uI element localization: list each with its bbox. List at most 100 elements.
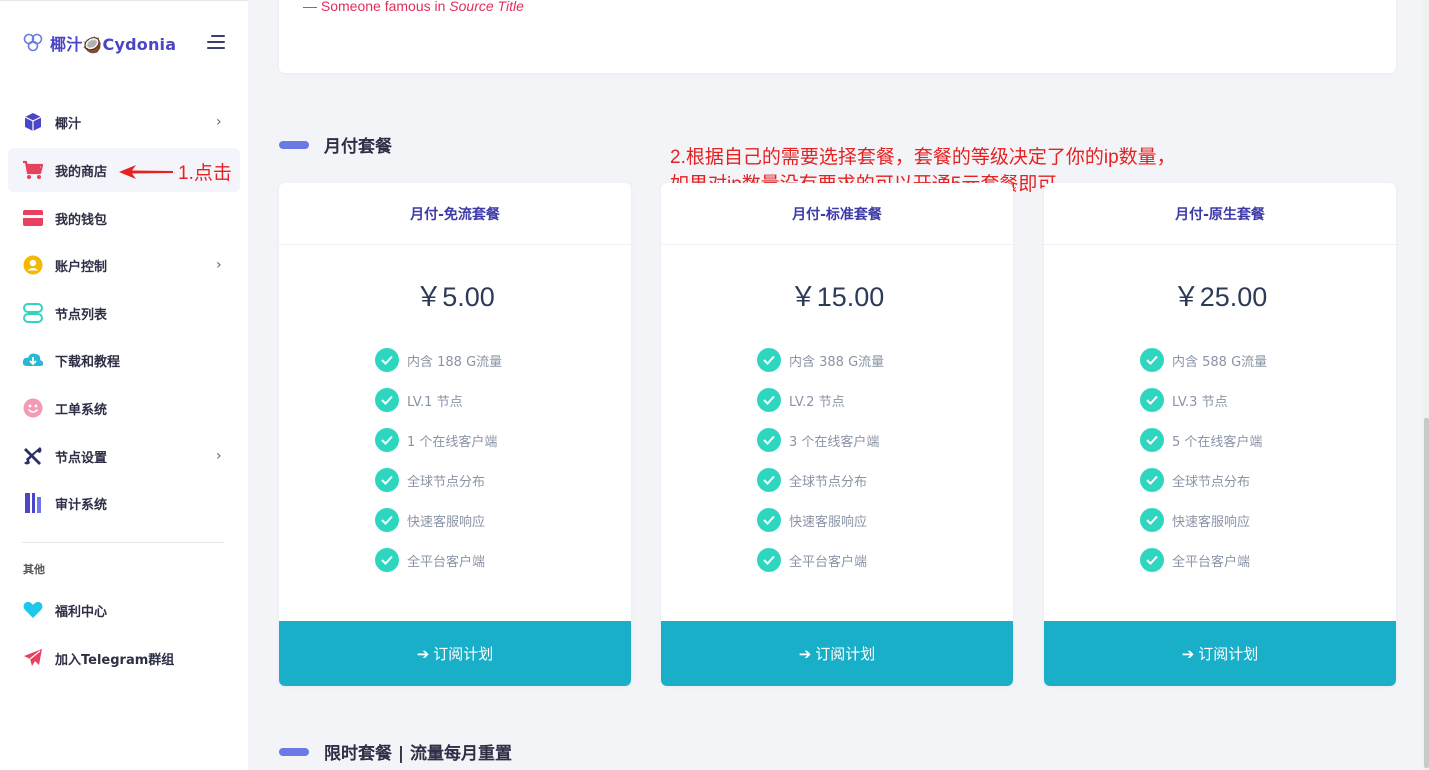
feature-text: 全平台客户端 — [1172, 554, 1251, 570]
check-icon — [757, 388, 781, 412]
check-icon — [757, 548, 781, 572]
plan-price: ￥5.00 — [415, 282, 495, 312]
sidebar-item-telegram[interactable]: 加入Telegram群组 — [8, 636, 240, 680]
subscribe-button[interactable]: ➔ 订阅计划 — [661, 621, 1013, 686]
tools-icon — [22, 445, 44, 467]
limited-plans-heading: 限时套餐 | 流量每月重置 — [279, 739, 512, 764]
feature-text: 内含 188 G流量 — [407, 354, 503, 370]
node-list-icon — [22, 302, 44, 324]
plan-price: ￥15.00 — [789, 282, 885, 312]
arrow-right-icon: ➔ — [416, 644, 430, 663]
check-icon — [375, 548, 399, 572]
sidebar-item-label: 工单系统 — [55, 402, 108, 418]
quote-card: — Someone famous in Source Title — [279, 0, 1396, 73]
scrollbar-thumb[interactable] — [1424, 418, 1429, 768]
heart-icon — [22, 599, 44, 621]
scrollbar[interactable] — [1423, 0, 1429, 770]
feature-item: 快速客服响应 — [757, 500, 884, 540]
check-icon — [375, 348, 399, 372]
sidebar-item-node-list[interactable]: 节点列表 — [8, 291, 240, 335]
plan-name: 月付-免流套餐 — [410, 206, 500, 223]
feature-text: 内含 588 G流量 — [1172, 354, 1268, 370]
sidebar-item-coconut[interactable]: 椰汁 › — [8, 100, 240, 144]
feature-text: 快速客服响应 — [407, 514, 486, 530]
feature-item: 内含 388 G流量 — [757, 340, 884, 380]
red-arrow-icon — [119, 164, 173, 179]
sidebar-item-tickets[interactable]: 工单系统 — [8, 386, 240, 430]
feature-item: 全球节点分布 — [375, 460, 502, 500]
arrow-right-icon: ➔ — [798, 644, 812, 663]
feature-text: LV.2 节点 — [789, 394, 845, 410]
sidebar-item-label: 福利中心 — [55, 604, 108, 620]
sidebar-item-label: 审计系统 — [55, 497, 108, 513]
sidebar-item-label: 加入Telegram群组 — [55, 652, 175, 668]
plan-name: 月付-原生套餐 — [1175, 206, 1265, 223]
plan-header: 月付-原生套餐 — [1044, 183, 1396, 245]
sidebar-section-title: 其他 — [23, 563, 45, 576]
sidebar-item-wallet[interactable]: 我的钱包 — [8, 196, 240, 240]
check-icon — [1140, 548, 1164, 572]
heading-accent-bar — [279, 747, 309, 756]
subscribe-label: 订阅计划 — [1198, 645, 1259, 663]
menu-toggle-icon[interactable] — [205, 34, 225, 50]
check-icon — [757, 508, 781, 532]
sidebar-item-label: 我的商店 — [55, 164, 108, 180]
chevron-right-icon: › — [216, 114, 222, 130]
annotation-step1: 1.点击 — [118, 158, 232, 185]
feature-text: 全平台客户端 — [789, 554, 868, 570]
feature-item: 内含 188 G流量 — [375, 340, 502, 380]
sidebar-item-label: 节点设置 — [55, 450, 108, 466]
annotation-step1-text: 1.点击 — [178, 163, 232, 184]
feature-text: 全球节点分布 — [407, 474, 486, 490]
feature-text: 全球节点分布 — [1172, 474, 1251, 490]
feature-item: LV.3 节点 — [1140, 380, 1267, 420]
plan-card-native: 月付-原生套餐 ￥25.00 内含 588 G流量 LV.3 节点 5 个在线客… — [1044, 183, 1396, 686]
feature-text: 快速客服响应 — [1172, 514, 1251, 530]
brand[interactable]: 椰汁🥥Cydonia — [22, 31, 176, 55]
feature-item: 内含 588 G流量 — [1140, 340, 1267, 380]
feature-item: 全球节点分布 — [757, 460, 884, 500]
sidebar: 椰汁🥥Cydonia 椰汁 › 我的商店 我的钱包 账户控制 › 节点列表 下载… — [0, 0, 248, 770]
feature-item: LV.1 节点 — [375, 380, 502, 420]
check-icon — [375, 388, 399, 412]
feature-text: 3 个在线客户端 — [789, 434, 880, 450]
sidebar-item-label: 节点列表 — [55, 307, 108, 323]
check-icon — [1140, 508, 1164, 532]
check-icon — [375, 468, 399, 492]
feature-list: 内含 188 G流量 LV.1 节点 1 个在线客户端 全球节点分布 快速客服响… — [375, 340, 502, 580]
feature-text: 全球节点分布 — [789, 474, 868, 490]
sidebar-item-node-settings[interactable]: 节点设置 › — [8, 434, 240, 478]
sidebar-item-audit[interactable]: 审计系统 — [8, 481, 240, 525]
cube-icon — [22, 111, 44, 133]
quote-prefix: — Someone famous in — [303, 0, 450, 14]
quote-text: — Someone famous in Source Title — [303, 0, 524, 14]
feature-text: 5 个在线客户端 — [1172, 434, 1263, 450]
subscribe-button[interactable]: ➔ 订阅计划 — [1044, 621, 1396, 686]
monthly-plans-title: 月付套餐 — [324, 137, 392, 157]
check-icon — [1140, 348, 1164, 372]
sidebar-divider — [22, 542, 224, 543]
feature-item: 全平台客户端 — [375, 540, 502, 580]
feature-list: 内含 388 G流量 LV.2 节点 3 个在线客户端 全球节点分布 快速客服响… — [757, 340, 884, 580]
brand-logo-icon — [23, 33, 43, 52]
check-icon — [375, 508, 399, 532]
chevron-right-icon: › — [216, 448, 222, 464]
subscribe-button[interactable]: ➔ 订阅计划 — [279, 621, 631, 686]
sidebar-item-account[interactable]: 账户控制 › — [8, 243, 240, 287]
feature-text: 内含 388 G流量 — [789, 354, 885, 370]
feature-item: 全平台客户端 — [1140, 540, 1267, 580]
plan-card-standard: 月付-标准套餐 ￥15.00 内含 388 G流量 LV.2 节点 3 个在线客… — [661, 183, 1013, 686]
plan-header: 月付-标准套餐 — [661, 183, 1013, 245]
monthly-plans-heading: 月付套餐 — [279, 132, 392, 157]
sidebar-item-label: 下载和教程 — [55, 354, 121, 370]
cloud-download-icon — [22, 349, 44, 371]
sidebar-item-download[interactable]: 下载和教程 — [8, 338, 240, 382]
subscribe-label: 订阅计划 — [815, 645, 876, 663]
feature-item: 快速客服响应 — [1140, 500, 1267, 540]
annotation-step2-line1: 2.根据自己的需要选择套餐，套餐的等级决定了你的ip数量， — [670, 147, 1176, 168]
subscribe-label: 订阅计划 — [433, 645, 494, 663]
chevron-right-icon: › — [216, 257, 222, 273]
feature-text: LV.1 节点 — [407, 394, 463, 410]
sidebar-item-benefits[interactable]: 福利中心 — [8, 588, 240, 632]
plan-price: ￥25.00 — [1172, 282, 1268, 312]
